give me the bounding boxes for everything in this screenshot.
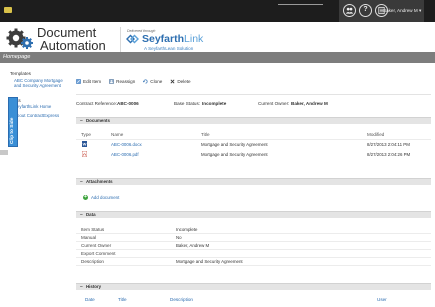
attachments-section-header[interactable]: − Attachments (76, 178, 431, 185)
history-column-description[interactable]: Description (170, 297, 193, 302)
clone-label: Clone (150, 78, 163, 84)
history-section-header[interactable]: − History (76, 283, 431, 290)
data-section-title: Data (86, 212, 96, 217)
edit-icon (76, 78, 81, 84)
document-name-link[interactable]: ABC-0006.docx (111, 142, 142, 147)
data-key: Export Comment (81, 251, 116, 256)
header-divider (120, 27, 121, 53)
contract-reference-value: ABC-0006 (117, 101, 139, 106)
documents-section-title: Documents (86, 118, 110, 123)
data-key: Current Owner (81, 243, 112, 248)
data-row-current-owner: Current Owner Baker, Andrew M (76, 242, 431, 250)
folder-icon[interactable] (4, 7, 12, 13)
item-summary: Contract Reference: ABC-0006 Base Status… (76, 101, 431, 107)
data-row-description: Description Mortgage and Security Agreem… (76, 258, 431, 266)
user-menu[interactable]: Baker, Andrew M ▾ (383, 8, 421, 14)
base-status-label: Base Status: (174, 101, 201, 106)
svg-text:W: W (83, 142, 87, 147)
base-status-value: Incomplete (202, 101, 227, 106)
app-title: Document Automation (37, 26, 106, 52)
main-content: Edit Item Reassign Clone Delete Contract… (71, 63, 435, 307)
reassign-label: Reassign (116, 78, 136, 84)
document-title: Mortgage and Security Agreement (201, 152, 268, 157)
header-divider (76, 139, 431, 140)
delete-label: Delete (177, 78, 191, 84)
attachments-section-title: Attachments (86, 179, 113, 184)
template-link[interactable]: ABC Company Mortgage and Security Agreem… (14, 78, 70, 88)
app-title-line2: Automation (40, 38, 106, 53)
brand-name-part2: Link (184, 33, 204, 45)
pdf-document-icon (82, 151, 87, 157)
documents-section-header[interactable]: − Documents (76, 117, 431, 124)
clip-to-side-label: Clip to Side (10, 117, 15, 144)
current-owner-label: Current Owner: (258, 101, 290, 106)
history-column-title[interactable]: Title (118, 297, 127, 302)
gears-logo-icon (6, 28, 33, 49)
data-value: No (176, 235, 182, 240)
data-key: Item Status (81, 227, 105, 232)
data-value: Incomplete (176, 227, 198, 232)
clone-icon (143, 79, 148, 83)
clip-to-side-tab[interactable]: Clip to Side (8, 97, 18, 147)
app-shell: ? Baker, Andrew M ▾ Document Automation … (0, 0, 435, 307)
column-header-name[interactable]: Name (111, 132, 123, 137)
top-bar: ? Baker, Andrew M ▾ (0, 0, 435, 22)
document-name-link[interactable]: ABC-0006.pdf (111, 152, 139, 157)
contract-reference-label: Contract Reference: (76, 101, 118, 106)
templates-heading: Templates (10, 71, 31, 76)
reassign-icon (109, 78, 114, 84)
brand-name-part1: Seyfarth (142, 33, 185, 45)
reassign-button[interactable]: Reassign (109, 79, 135, 84)
edit-item-button[interactable]: Edit Item (76, 79, 101, 84)
toolbar-divider (76, 94, 431, 95)
current-owner-value: Baker, Andrew M (291, 101, 328, 106)
data-value: Baker, Andrew M (176, 243, 210, 248)
data-row-export-comment: Export Comment (76, 250, 431, 258)
column-header-title[interactable]: Title (201, 132, 210, 137)
data-section-header[interactable]: − Data (76, 211, 431, 218)
data-key: Description (81, 259, 104, 264)
brand-subtitle: A SeyfarthLean Solution (144, 46, 194, 51)
data-row-item-status: Item Status Incomplete (76, 226, 431, 234)
scroll-notch (0, 150, 8, 155)
add-icon[interactable]: + (83, 195, 88, 200)
collapse-icon: − (80, 284, 83, 290)
column-header-type[interactable]: Type (81, 132, 91, 137)
column-header-modified[interactable]: Modified (367, 132, 384, 137)
history-column-user[interactable]: User (377, 297, 387, 302)
people-icon[interactable] (343, 4, 356, 17)
document-title: Mortgage and Security Agreement (201, 142, 268, 147)
delete-button[interactable]: Delete (170, 78, 191, 84)
clone-button[interactable]: Clone (143, 79, 162, 84)
item-toolbar: Edit Item Reassign Clone Delete (76, 77, 191, 85)
collapse-icon: − (80, 118, 83, 124)
edit-item-label: Edit Item (83, 78, 102, 84)
document-modified: 8/27/2013 2:04:11 PM (367, 142, 410, 147)
history-section-title: History (86, 284, 102, 289)
seyfarthlink-logo-icon (126, 34, 139, 44)
data-row-manual: Manual No (76, 234, 431, 242)
history-column-date[interactable]: Date (85, 297, 95, 302)
homepage-bar[interactable]: Homepage (0, 52, 435, 63)
data-value: Mortgage and Security Agreement (176, 259, 243, 264)
top-divider (278, 0, 323, 5)
delete-icon (170, 79, 175, 83)
document-modified: 8/27/2013 2:04:26 PM (367, 152, 411, 157)
brand-name: SeyfarthLink (142, 33, 204, 45)
nav-link-about-contractexpress[interactable]: About ContractExpress (14, 113, 59, 118)
collapse-icon: − (80, 179, 83, 185)
word-document-icon: W (82, 141, 87, 147)
add-document-link[interactable]: Add document (91, 195, 119, 200)
collapse-icon: − (80, 212, 83, 218)
help-icon[interactable]: ? (359, 4, 372, 17)
nav-link-seyfarthlink-home[interactable]: SeyfarthLink Home (14, 104, 51, 109)
data-key: Manual (81, 235, 97, 240)
